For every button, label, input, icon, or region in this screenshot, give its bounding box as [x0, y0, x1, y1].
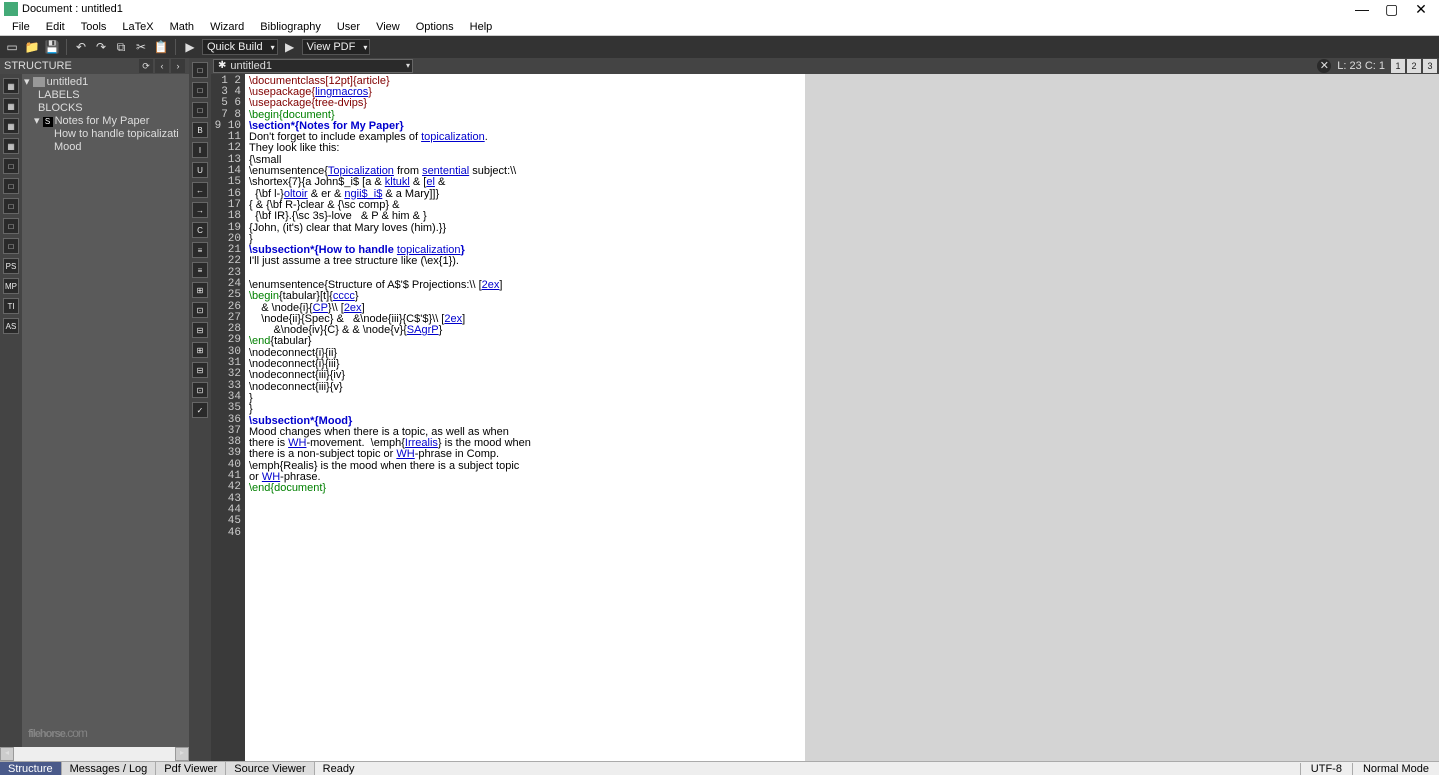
snip-icon-2[interactable]: □ — [192, 102, 208, 118]
title-bar: Document : untitled1 — ▢ ✕ — [0, 0, 1439, 18]
minimize-button[interactable]: — — [1355, 2, 1367, 16]
status-ready: Ready — [315, 763, 363, 775]
snip-icon-14[interactable]: ⊞ — [192, 342, 208, 358]
menu-math[interactable]: Math — [162, 21, 202, 33]
tree-subsection[interactable]: Mood — [24, 141, 187, 154]
struct-icon-6[interactable]: □ — [3, 198, 19, 214]
snip-icon-6[interactable]: ← — [192, 182, 208, 198]
new-file-icon[interactable]: ▭ — [4, 39, 20, 55]
status-tab-source-viewer[interactable]: Source Viewer — [226, 762, 314, 775]
preview-pane — [805, 74, 1439, 761]
editor-area: untitled1 ✕ L: 23 C: 1 123 1 2 3 4 5 6 7… — [211, 58, 1439, 761]
close-tab-icon[interactable]: ✕ — [1317, 59, 1331, 73]
main-toolbar: ▭ 📁 💾 ↶ ↷ ⧉ ✂ 📋 ▶ Quick Build ▶ View PDF — [0, 36, 1439, 58]
structure-hscroll[interactable]: ◂▸ — [0, 747, 189, 761]
menu-user[interactable]: User — [329, 21, 368, 33]
copy-icon[interactable]: ⧉ — [113, 39, 129, 55]
struct-icon-10[interactable]: MP — [3, 278, 19, 294]
struct-icon-3[interactable]: ▦ — [3, 138, 19, 154]
refresh-icon[interactable]: ⟳ — [139, 59, 153, 73]
cut-icon[interactable]: ✂ — [133, 39, 149, 55]
view-run-icon[interactable]: ▶ — [282, 39, 298, 55]
struct-icon-7[interactable]: □ — [3, 218, 19, 234]
snip-icon-9[interactable]: ≡ — [192, 242, 208, 258]
status-tab-pdf-viewer[interactable]: Pdf Viewer — [156, 762, 226, 775]
menu-options[interactable]: Options — [408, 21, 462, 33]
view-combo[interactable]: View PDF — [302, 39, 371, 55]
snip-icon-17[interactable]: ✓ — [192, 402, 208, 418]
menu-bar: FileEditToolsLaTeXMathWizardBibliography… — [0, 18, 1439, 36]
struct-icon-4[interactable]: □ — [3, 158, 19, 174]
snip-icon-4[interactable]: I — [192, 142, 208, 158]
snip-icon-15[interactable]: ⊟ — [192, 362, 208, 378]
menu-wizard[interactable]: Wizard — [202, 21, 252, 33]
build-combo[interactable]: Quick Build — [202, 39, 278, 55]
snip-icon-8[interactable]: C — [192, 222, 208, 238]
tree-section[interactable]: ▾ SNotes for My Paper — [24, 115, 187, 128]
snip-icon-12[interactable]: ⊡ — [192, 302, 208, 318]
snip-icon-5[interactable]: U — [192, 162, 208, 178]
structure-tree[interactable]: ▾ untitled1 LABELS BLOCKS ▾ SNotes for M… — [22, 74, 189, 747]
struct-icon-12[interactable]: AS — [3, 318, 19, 334]
line-gutter: 1 2 3 4 5 6 7 8 9 10 11 12 13 14 15 16 1… — [211, 74, 245, 761]
menu-file[interactable]: File — [4, 21, 38, 33]
pane-buttons: 123 — [1391, 59, 1437, 73]
app-icon — [4, 2, 18, 16]
prev-icon[interactable]: ‹ — [155, 59, 169, 73]
paste-icon[interactable]: 📋 — [153, 39, 169, 55]
status-encoding: UTF-8 — [1300, 763, 1352, 775]
file-combo[interactable]: untitled1 — [213, 59, 413, 73]
struct-icon-9[interactable]: PS — [3, 258, 19, 274]
menu-view[interactable]: View — [368, 21, 408, 33]
menu-help[interactable]: Help — [462, 21, 501, 33]
next-icon[interactable]: › — [171, 59, 185, 73]
undo-icon[interactable]: ↶ — [73, 39, 89, 55]
menu-edit[interactable]: Edit — [38, 21, 73, 33]
pane-button-1[interactable]: 1 — [1391, 59, 1405, 73]
snip-icon-13[interactable]: ⊟ — [192, 322, 208, 338]
status-bar: StructureMessages / LogPdf ViewerSource … — [0, 761, 1439, 775]
menu-bibliography[interactable]: Bibliography — [252, 21, 329, 33]
structure-header: STRUCTURE ⟳ ‹ › — [0, 58, 189, 74]
snip-icon-0[interactable]: □ — [192, 62, 208, 78]
redo-icon[interactable]: ↷ — [93, 39, 109, 55]
menu-latex[interactable]: LaTeX — [114, 21, 161, 33]
structure-icon-column: ▦ ▦ ▦ ▦ □ □ □ □ □ PS MP TI AS — [0, 74, 22, 747]
cursor-position: L: 23 C: 1 — [1337, 60, 1385, 72]
open-file-icon[interactable]: 📁 — [24, 39, 40, 55]
snip-icon-3[interactable]: B — [192, 122, 208, 138]
snip-icon-11[interactable]: ⊞ — [192, 282, 208, 298]
snip-icon-1[interactable]: □ — [192, 82, 208, 98]
maximize-button[interactable]: ▢ — [1385, 2, 1397, 16]
struct-icon-11[interactable]: TI — [3, 298, 19, 314]
code-editor[interactable]: \documentclass[12pt]{article}\usepackage… — [245, 74, 805, 761]
struct-icon-0[interactable]: ▦ — [3, 78, 19, 94]
pane-button-3[interactable]: 3 — [1423, 59, 1437, 73]
struct-icon-1[interactable]: ▦ — [3, 98, 19, 114]
pane-button-2[interactable]: 2 — [1407, 59, 1421, 73]
status-mode: Normal Mode — [1352, 763, 1439, 775]
tree-subsection[interactable]: How to handle topicalizati — [24, 128, 187, 141]
structure-title: STRUCTURE — [4, 60, 72, 72]
watermark: filehorse.com — [28, 721, 87, 741]
snip-icon-7[interactable]: → — [192, 202, 208, 218]
structure-panel: STRUCTURE ⟳ ‹ › ▦ ▦ ▦ ▦ □ □ □ □ □ PS MP TI AS ▾ unti… — [0, 58, 189, 761]
status-tab-structure[interactable]: Structure — [0, 762, 62, 775]
run-icon[interactable]: ▶ — [182, 39, 198, 55]
menu-tools[interactable]: Tools — [73, 21, 115, 33]
struct-icon-2[interactable]: ▦ — [3, 118, 19, 134]
struct-icon-8[interactable]: □ — [3, 238, 19, 254]
snip-icon-10[interactable]: ≡ — [192, 262, 208, 278]
close-button[interactable]: ✕ — [1415, 2, 1427, 16]
editor-tab-bar: untitled1 ✕ L: 23 C: 1 123 — [211, 58, 1439, 74]
save-file-icon[interactable]: 💾 — [44, 39, 60, 55]
status-tab-messages-log[interactable]: Messages / Log — [62, 762, 157, 775]
struct-icon-5[interactable]: □ — [3, 178, 19, 194]
window-title: Document : untitled1 — [22, 3, 123, 15]
snip-icon-16[interactable]: ⊡ — [192, 382, 208, 398]
snippet-icon-column: □ □ □ BIU ← → C ≡ ≡ ⊞ ⊡ ⊟ ⊞ ⊟ ⊡ ✓ — [189, 58, 211, 761]
